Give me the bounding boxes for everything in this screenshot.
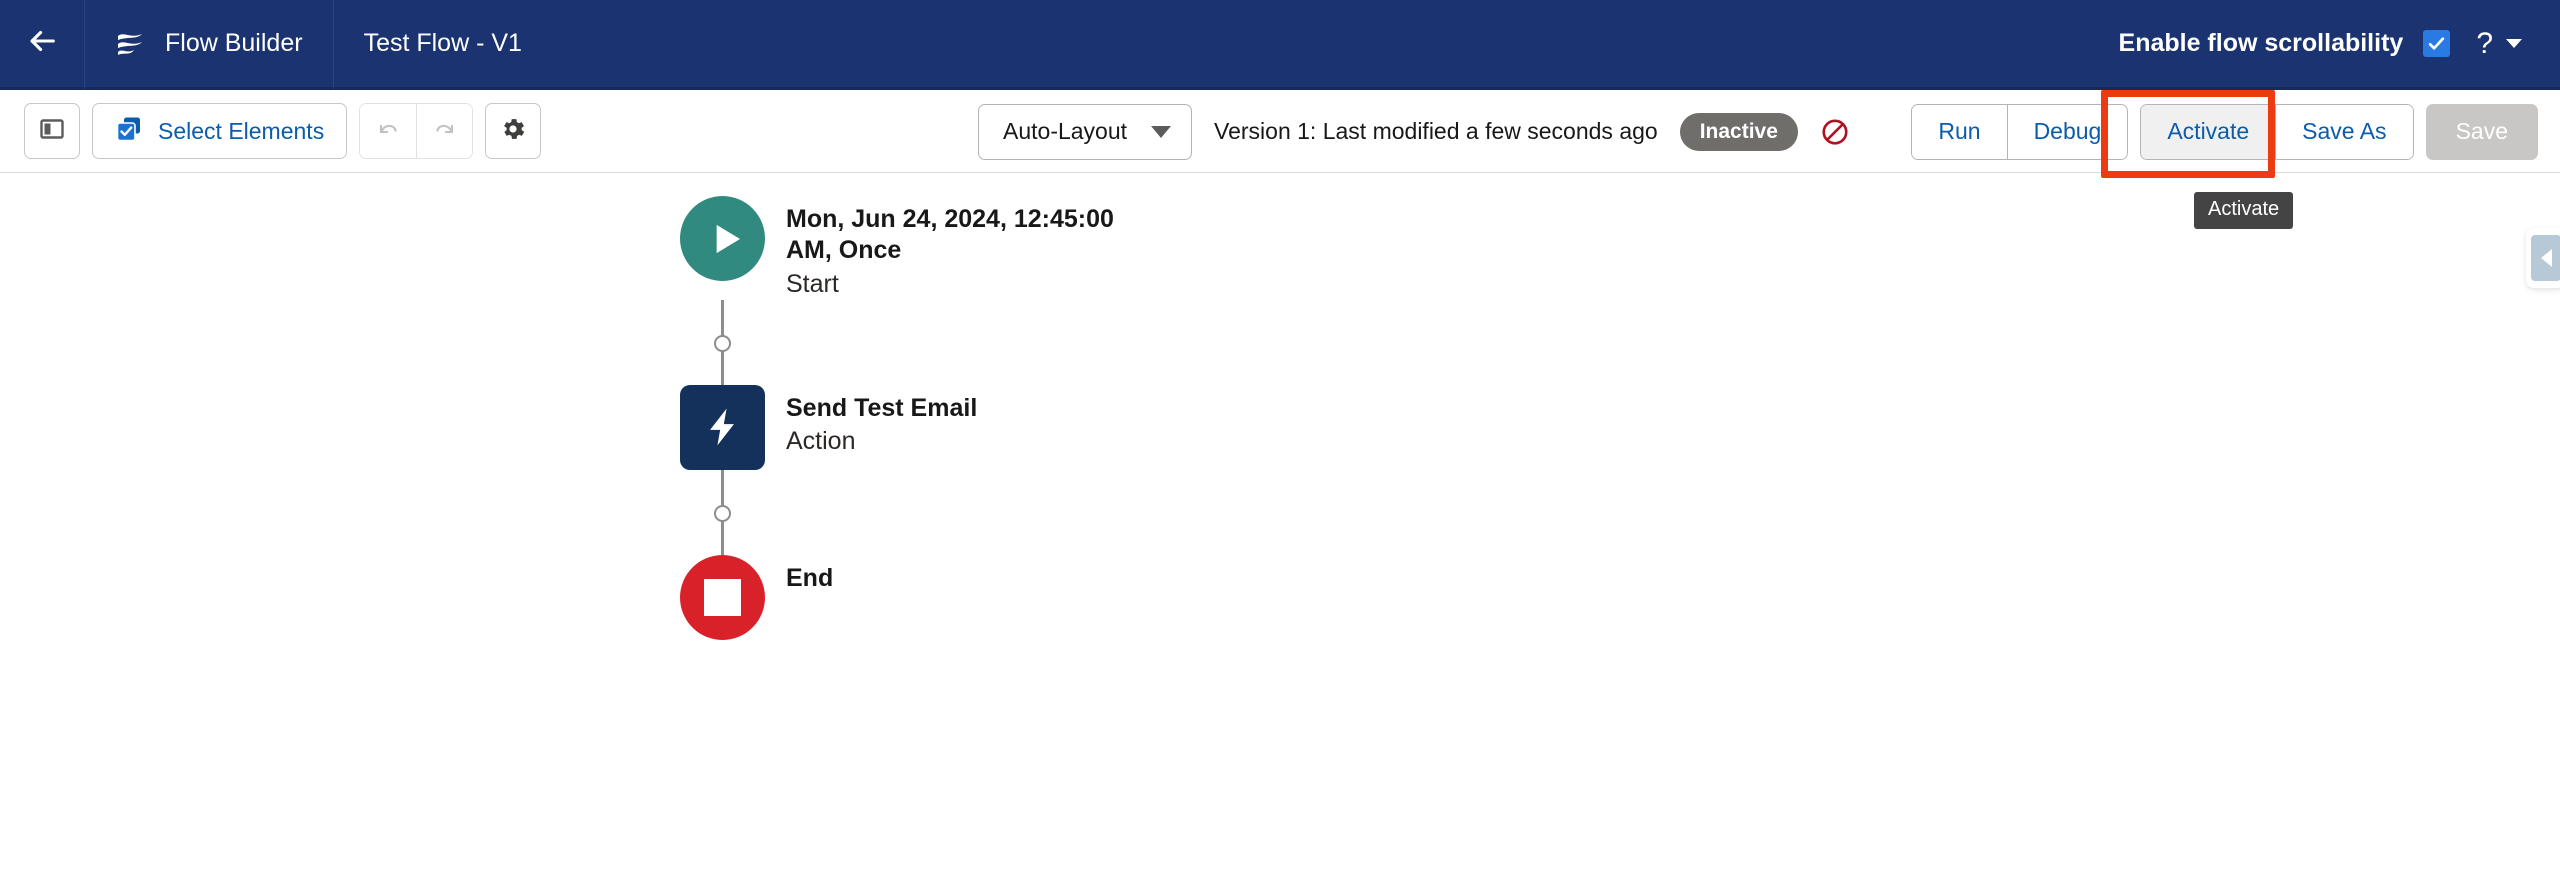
scrollability-checkbox[interactable] <box>2423 30 2451 57</box>
add-element-circle-icon[interactable] <box>714 334 731 352</box>
enable-flow-scrollability-toggle[interactable]: Enable flow scrollability <box>2119 29 2451 58</box>
flow-diagram: Mon, Jun 24, 2024, 12:45:00 AM, Once Sta… <box>668 196 1136 640</box>
activate-button[interactable]: Activate <box>2141 104 2276 159</box>
no-entry-icon <box>1820 117 1850 147</box>
action-node-subtitle: Action <box>786 427 856 455</box>
flow-node-action[interactable]: Send Test Email Action <box>668 384 1136 470</box>
right-panel-expand-handle[interactable] <box>2526 228 2560 288</box>
flow-toolbar: Select Elements Auto-Layout Version 1: L… <box>0 90 2560 173</box>
start-node-text: Mon, Jun 24, 2024, 12:45:00 AM, Once Sta… <box>786 196 1136 300</box>
flow-connector-1 <box>668 299 776 385</box>
action-node-text: Send Test Email Action <box>786 385 977 458</box>
header-right-actions: Enable flow scrollability ? <box>2119 26 2560 60</box>
flow-connector-2 <box>668 469 776 555</box>
select-elements-button[interactable]: Select Elements <box>92 103 348 159</box>
toolbar-left-group: Select Elements <box>0 103 542 159</box>
run-button[interactable]: Run <box>1912 104 2007 159</box>
start-node-title: Mon, Jun 24, 2024, 12:45:00 AM, Once <box>786 205 1114 265</box>
action-node-title: Send Test Email <box>786 393 978 422</box>
select-elements-label: Select Elements <box>158 117 325 144</box>
flow-name-label: Test Flow - V1 <box>363 29 522 57</box>
flow-builder-logo-icon <box>113 27 147 61</box>
flow-builder-home-link[interactable]: Flow Builder <box>85 0 334 89</box>
multi-select-icon <box>115 115 143 148</box>
chevron-left-glyph <box>2540 249 2552 267</box>
stop-square-glyph <box>703 578 741 616</box>
chevron-down-icon <box>1151 125 1172 138</box>
save-as-button[interactable]: Save As <box>2275 104 2413 159</box>
version-status-text: Version 1: Last modified a few seconds a… <box>1214 118 1658 144</box>
end-node-text: End <box>786 555 833 594</box>
layout-mode-label: Auto-Layout <box>1003 118 1128 144</box>
run-debug-group: Run Debug <box>1911 103 2129 160</box>
play-start-icon[interactable] <box>679 196 765 281</box>
undo-button[interactable] <box>360 104 417 158</box>
flow-node-start[interactable]: Mon, Jun 24, 2024, 12:45:00 AM, Once Sta… <box>668 196 1136 300</box>
question-mark-icon: ? <box>2476 26 2493 60</box>
start-node-icon-wrap <box>668 196 776 281</box>
arrow-left-icon <box>25 24 59 63</box>
chevron-down-icon <box>2506 39 2522 48</box>
toolbar-right-group: Run Debug Activate Save As Save <box>1911 90 2538 173</box>
end-node-title: End <box>786 563 834 592</box>
start-node-subtitle: Start <box>786 269 839 298</box>
app-header: Flow Builder Test Flow - V1 Enable flow … <box>0 0 2560 90</box>
flow-node-end[interactable]: End <box>668 554 1136 640</box>
check-icon <box>2429 37 2445 50</box>
end-node-icon-wrap <box>668 554 776 640</box>
gear-icon <box>499 115 527 148</box>
help-menu-button[interactable]: ? <box>2476 26 2522 60</box>
toolbar-center-group: Auto-Layout Version 1: Last modified a f… <box>978 90 1850 173</box>
activate-tooltip: Activate <box>2194 192 2294 229</box>
redo-icon <box>431 115 459 148</box>
app-name-label: Flow Builder <box>165 29 303 57</box>
undo-icon <box>374 115 402 148</box>
panel-toggle-icon <box>39 116 65 147</box>
undo-redo-group <box>359 103 474 159</box>
toggle-left-panel-button[interactable] <box>24 103 80 159</box>
lightning-bolt-icon[interactable] <box>679 384 765 470</box>
add-element-circle-icon[interactable] <box>714 504 731 522</box>
stop-square-icon[interactable] <box>679 554 765 640</box>
redo-button[interactable] <box>416 104 473 158</box>
chevron-left-icon <box>2531 235 2560 281</box>
back-button[interactable] <box>0 0 85 89</box>
enable-flow-scrollability-label: Enable flow scrollability <box>2118 29 2404 57</box>
flow-canvas[interactable]: Mon, Jun 24, 2024, 12:45:00 AM, Once Sta… <box>0 174 2560 869</box>
activate-saveas-group: Activate Save As <box>2140 103 2414 160</box>
action-node-icon-wrap <box>668 384 776 470</box>
flow-settings-button[interactable] <box>485 103 542 159</box>
status-badge: Inactive <box>1679 112 1798 151</box>
debug-button[interactable]: Debug <box>2006 104 2128 159</box>
layout-mode-dropdown[interactable]: Auto-Layout <box>978 103 1193 160</box>
save-button: Save <box>2425 103 2538 160</box>
